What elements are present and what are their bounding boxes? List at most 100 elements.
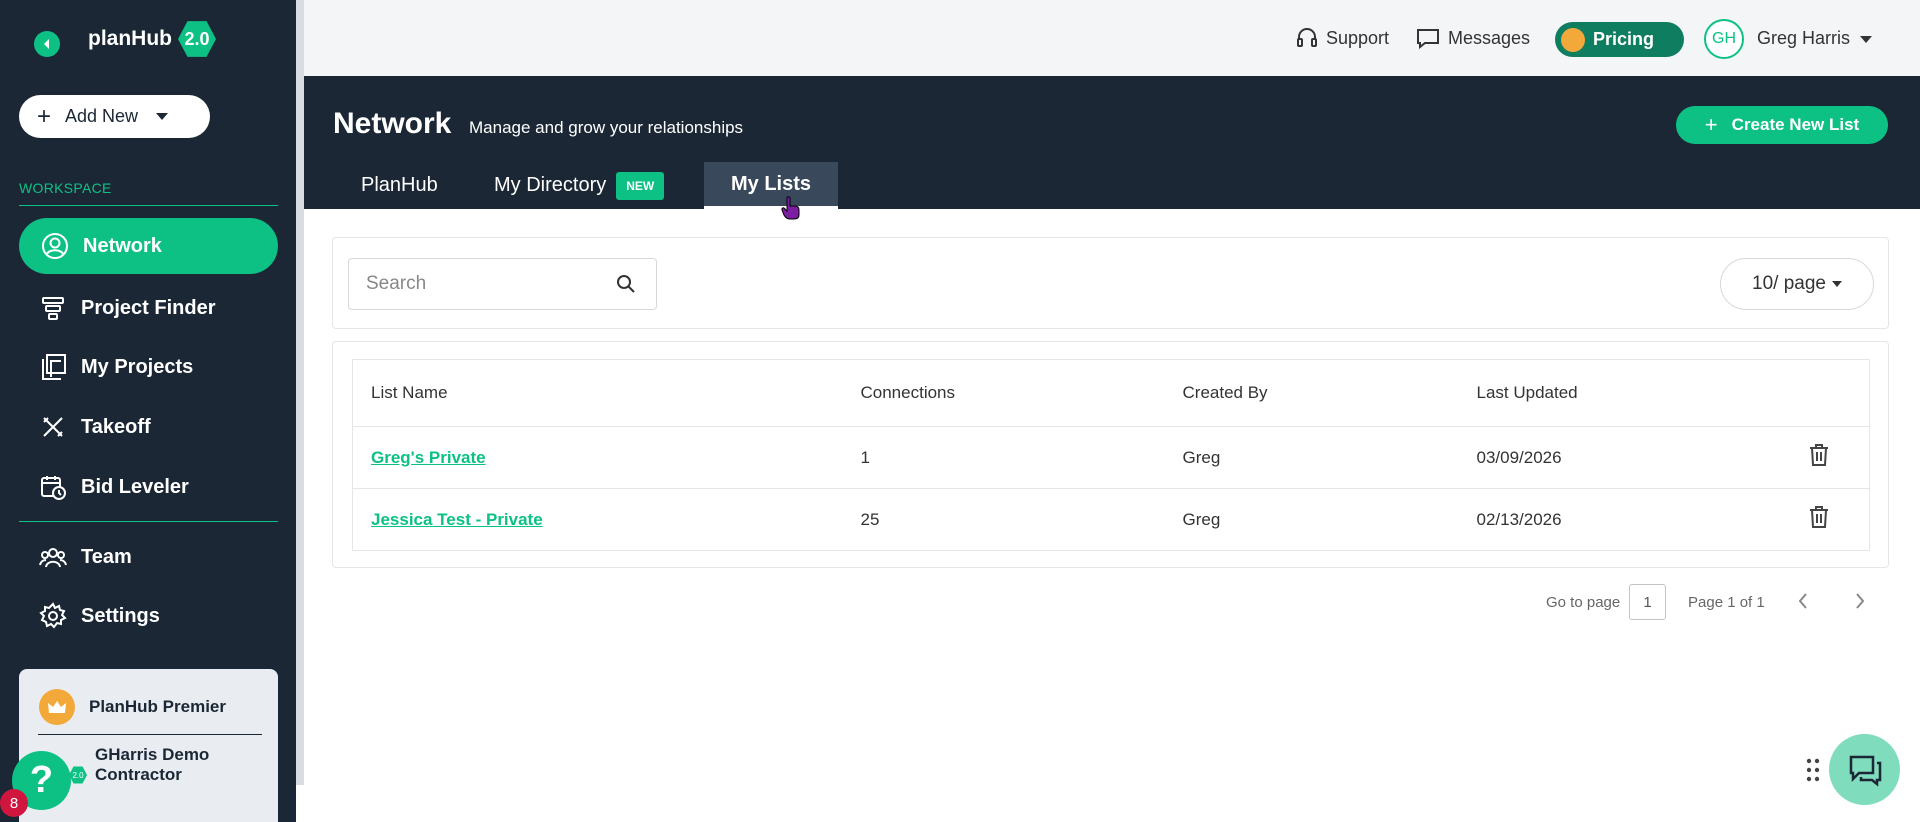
column-header-last-updated[interactable]: Last Updated: [1458, 359, 1790, 427]
goto-page-input[interactable]: 1: [1629, 584, 1666, 620]
chat-icon: [1849, 755, 1881, 787]
list-name-link[interactable]: Jessica Test - Private: [371, 510, 543, 529]
planhub-logo[interactable]: planHub 2.0: [88, 20, 216, 58]
sidebar-item-label: Takeoff: [81, 415, 151, 438]
created-by-cell: Greg: [1182, 509, 1221, 529]
hand-cursor-icon: [781, 196, 801, 225]
trash-icon[interactable]: [1808, 505, 1830, 529]
chevron-down-icon: [1831, 281, 1842, 287]
sidebar-scrollbar[interactable]: [296, 0, 304, 785]
coin-icon: [1561, 27, 1585, 52]
calendar-clock-icon: [39, 473, 67, 501]
chevron-down-icon: [156, 113, 169, 120]
support-label: Support: [1326, 27, 1390, 48]
sidebar: planHub 2.0 + Add New WORKSPACE Network …: [0, 0, 296, 822]
user-circle-icon: [41, 232, 69, 260]
lists-table: List Name Connections Created By Last Up…: [352, 359, 1870, 551]
sidebar-item-network[interactable]: Network: [19, 218, 278, 274]
column-header-actions: [1789, 359, 1870, 427]
plus-icon: +: [1704, 112, 1718, 137]
avatar[interactable]: GH: [1704, 19, 1744, 59]
tab-my-lists[interactable]: My Lists: [704, 162, 838, 209]
crown-icon: [39, 689, 75, 725]
plan-divider: [38, 734, 262, 735]
caret-left-icon: [44, 39, 49, 49]
page-title: Network: [333, 107, 452, 140]
chevron-down-icon[interactable]: [1860, 36, 1872, 43]
company-name: GHarris Demo Contractor: [95, 745, 210, 784]
search-input[interactable]: [366, 273, 606, 295]
sidebar-item-settings[interactable]: Settings: [19, 588, 278, 644]
network-header: Network Manage and grow your relationshi…: [304, 76, 1920, 209]
gear-icon: [39, 602, 67, 630]
column-header-connections[interactable]: Connections: [842, 359, 1165, 427]
last-updated-cell: 02/13/2026: [1476, 509, 1562, 529]
ruler-pencil-icon: [39, 413, 67, 441]
chat-bubble-icon: [1417, 29, 1439, 49]
tab-label: My Lists: [730, 172, 812, 195]
last-updated-cell: 03/09/2026: [1458, 426, 1790, 489]
sidebar-item-project-finder[interactable]: Project Finder: [19, 280, 278, 336]
tab-label: PlanHub: [361, 174, 438, 196]
tab-label: My Directory: [494, 174, 607, 196]
top-bar: Support Messages Pricing GH Greg Harris: [304, 0, 1920, 76]
list-name-link[interactable]: Greg's Private: [371, 448, 486, 467]
support-link[interactable]: Support: [1296, 27, 1389, 49]
logo-text: planHub: [88, 27, 172, 50]
goto-page-label: Go to page: [1546, 594, 1621, 611]
chevron-right-icon[interactable]: [1854, 592, 1866, 615]
sidebar-item-label: Team: [81, 545, 132, 568]
search-box[interactable]: [348, 258, 657, 310]
layers-icon: [39, 294, 67, 322]
sidebar-item-team[interactable]: Team: [19, 529, 278, 585]
workspace-divider: [19, 205, 278, 206]
sidebar-item-label: My Projects: [81, 355, 194, 378]
search-icon[interactable]: [616, 274, 636, 294]
documents-icon: [39, 353, 67, 381]
create-new-list-button[interactable]: + Create New List: [1676, 106, 1888, 144]
help-notification-badge: 8: [0, 789, 28, 817]
sidebar-item-takeoff[interactable]: Takeoff: [19, 399, 278, 455]
tab-my-directory[interactable]: My Directory NEW: [494, 162, 665, 209]
drag-handle-icon[interactable]: [1806, 758, 1820, 787]
collapse-sidebar-button[interactable]: [34, 31, 60, 57]
table-header-row: List Name Connections Created By Last Up…: [352, 359, 1870, 427]
chevron-left-icon[interactable]: [1797, 592, 1809, 615]
page-size-select[interactable]: 10/ page: [1720, 258, 1874, 310]
sidebar-item-bid-leveler[interactable]: Bid Leveler: [19, 459, 278, 515]
plan-name: PlanHub Premier: [89, 697, 226, 716]
page-of-label: Page 1 of 1: [1688, 594, 1765, 611]
workspace-label: WORKSPACE: [19, 180, 112, 196]
company-logo-icon: 2.0: [69, 766, 87, 784]
new-badge: NEW: [616, 171, 665, 200]
add-new-button[interactable]: + Add New: [19, 95, 210, 138]
tab-planhub[interactable]: PlanHub: [361, 162, 438, 209]
sidebar-item-label: Project Finder: [81, 296, 216, 319]
page-subtitle: Manage and grow your relationships: [469, 118, 744, 137]
pricing-label: Pricing: [1593, 29, 1655, 49]
sidebar-divider: [19, 521, 278, 522]
trash-icon[interactable]: [1808, 443, 1830, 467]
column-header-list-name[interactable]: List Name: [352, 359, 843, 427]
connections-cell: 25: [860, 509, 880, 529]
table-row: Jessica Test - Private 25 Greg 02/13/202…: [353, 489, 1870, 551]
sidebar-item-label: Bid Leveler: [81, 475, 189, 498]
lists-table-card: List Name Connections Created By Last Up…: [332, 341, 1889, 568]
team-icon: [39, 543, 67, 571]
table-row: Greg's Private 1 Greg 03/09/2026: [352, 426, 1870, 489]
sidebar-item-my-projects[interactable]: My Projects: [19, 339, 278, 395]
create-new-list-label: Create New List: [1731, 115, 1860, 134]
column-header-created-by[interactable]: Created By: [1164, 359, 1459, 427]
chat-launcher-button[interactable]: [1829, 734, 1900, 805]
page-size-value: 10/ page: [1752, 273, 1826, 294]
sidebar-item-label: Settings: [81, 604, 160, 627]
created-by-cell: Greg: [1164, 426, 1459, 489]
pricing-button[interactable]: Pricing: [1555, 22, 1684, 57]
add-new-label: Add New: [65, 106, 139, 126]
messages-link[interactable]: Messages: [1416, 27, 1530, 49]
user-name[interactable]: Greg Harris: [1757, 28, 1850, 49]
connections-cell: 1: [842, 426, 1165, 489]
search-card: 10/ page: [332, 237, 1889, 329]
sidebar-item-label: Network: [83, 234, 162, 257]
logo-version-hex: 2.0: [178, 21, 216, 57]
